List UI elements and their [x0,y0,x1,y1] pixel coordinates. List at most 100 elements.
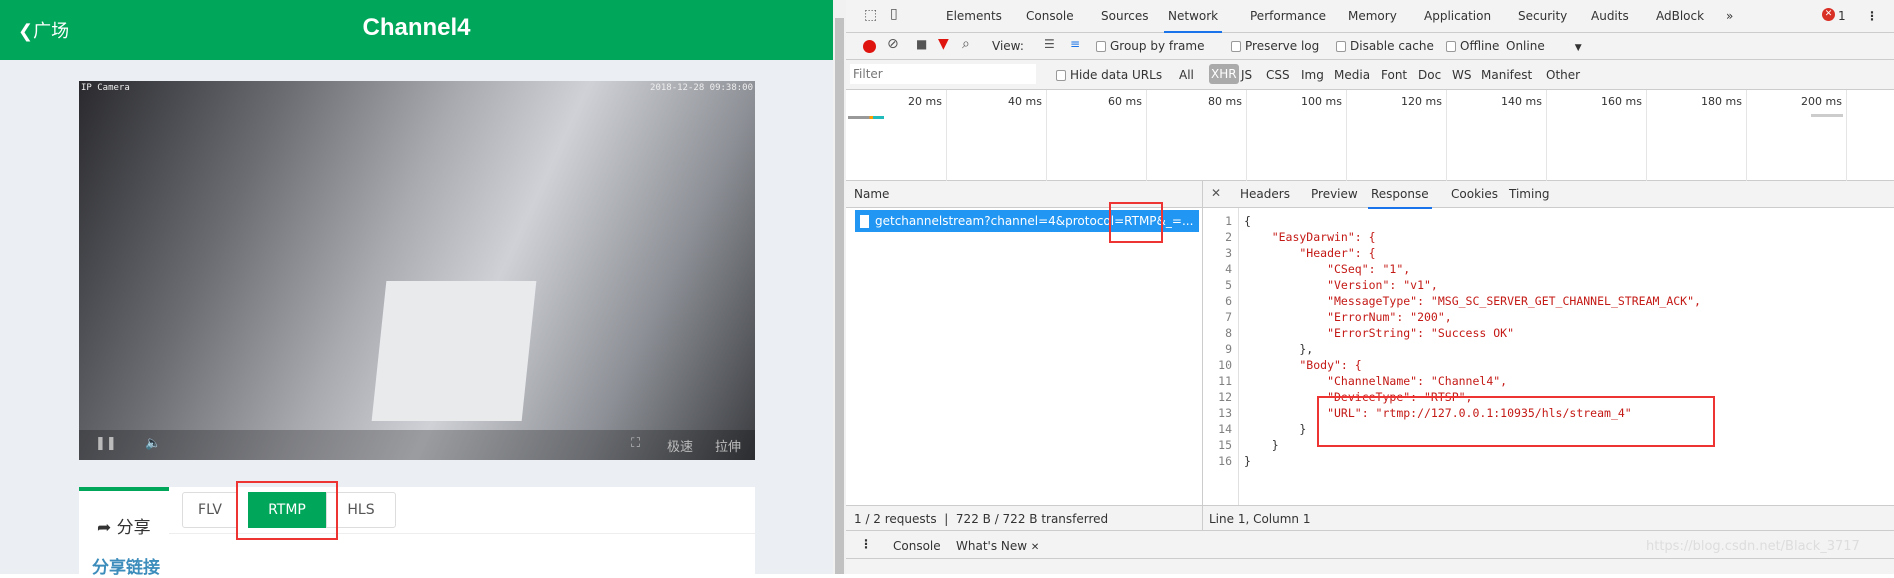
drawer-tabbar: ⋮ Console What's New ✕ https://blog.csdn… [846,531,1894,561]
code-line: 2 "EasyDarwin": { [1225,230,1376,244]
timeline-tick: 100 ms [1301,95,1342,108]
scrollbar-thumb[interactable] [835,18,844,574]
type-font[interactable]: Font [1381,68,1407,82]
close-icon[interactable]: ✕ [1211,186,1221,200]
status-bar: 1 / 2 requests | 722 B / 722 B transferr… [846,505,1894,532]
code-line: 6 "MessageType": "MSG_SC_SERVER_GET_CHAN… [1225,294,1701,308]
screenshot-icon[interactable]: ■ [916,37,927,51]
code-line: 4 "CSeq": "1", [1225,262,1411,276]
type-css[interactable]: CSS [1266,68,1290,82]
type-xhr[interactable]: XHR [1209,64,1239,84]
tab-security[interactable]: Security [1518,9,1567,23]
share-panel: ➦ 分享 FLV RTMP HLS [79,487,755,574]
timeline-gridline [1146,90,1147,181]
name-column-header[interactable]: Name [854,187,889,201]
timeline-tick: 160 ms [1601,95,1642,108]
timeline-bar [1811,114,1843,117]
menu-icon[interactable]: ⋮ [1866,9,1878,23]
volume-icon[interactable]: 🔈 [145,436,161,451]
tab-elements[interactable]: Elements [946,9,1002,23]
type-manifest[interactable]: Manifest [1481,68,1532,82]
error-count[interactable]: 1 [1838,9,1846,23]
type-ws[interactable]: WS [1452,68,1471,82]
timeline-tick: 180 ms [1701,95,1742,108]
tab-preview[interactable]: Preview [1311,187,1358,201]
code-line: 3 "Header": { [1225,246,1376,260]
tab-headers[interactable]: Headers [1240,187,1290,201]
timeline-tick: 20 ms [908,95,942,108]
disable-cache-checkbox[interactable]: Disable cache [1336,39,1434,53]
type-media[interactable]: Media [1334,68,1370,82]
tab-network[interactable]: Network [1164,9,1223,33]
hide-data-urls-checkbox[interactable]: Hide data URLs [1056,68,1162,82]
fullscreen-icon[interactable]: ⛶ [631,436,640,451]
document-icon [860,215,869,228]
tab-adblock[interactable]: AdBlock [1656,9,1704,23]
timeline-overview[interactable]: 20 ms 40 ms 60 ms 80 ms 100 ms 120 ms 140 ms 16… [846,90,1894,181]
type-other[interactable]: Other [1546,68,1580,82]
device-toolbar-icon[interactable]: ▯ [890,6,898,22]
code-line: 16} [1218,454,1251,468]
filter-input[interactable] [850,64,1036,84]
watermark: https://blog.csdn.net/Black_3717 [1646,539,1860,554]
close-icon: ✕ [1030,542,1040,553]
player-controls: ❚❚ 🔈 ⛶ 极速 拉伸 [79,430,755,460]
share-icon: ➦ [97,518,112,538]
chevron-down-icon: ▼ [1574,43,1582,53]
timeline-bar [848,116,884,119]
network-toolbar: ⊘ ■ ▼ ⌕ View: ☰ ≡ Group by frame Preserv… [846,33,1894,60]
code-line: 15 } [1218,438,1279,452]
timeline-gridline [1846,90,1847,181]
tab-memory[interactable]: Memory [1348,9,1397,23]
group-by-frame-checkbox[interactable]: Group by frame [1096,39,1204,53]
type-js[interactable]: JS [1241,68,1252,82]
timeline-tick: 40 ms [1008,95,1042,108]
code-line: 10 "Body": { [1218,358,1362,372]
drawer-tab-console[interactable]: Console [893,539,941,553]
throttle-select[interactable]: Online ▼ [1506,39,1582,53]
tab-audits[interactable]: Audits [1591,9,1629,23]
tab-timing[interactable]: Timing [1509,187,1550,201]
speed-button[interactable]: 极速 [667,436,693,455]
type-all[interactable]: All [1179,68,1194,82]
timeline-gridline [1346,90,1347,181]
timeline-gridline [1446,90,1447,181]
filter-bar: Hide data URLs All XHR JS CSS Img Media … [846,60,1894,90]
timeline-gridline [1646,90,1647,181]
share-link-heading: 分享链接 [92,558,160,578]
preserve-log-checkbox[interactable]: Preserve log [1231,39,1319,53]
tab-sources[interactable]: Sources [1101,9,1148,23]
tab-console[interactable]: Console [1026,9,1074,23]
tab-performance[interactable]: Performance [1250,9,1326,23]
details-header: Name ✕ Headers Preview Response Cookies … [846,181,1894,209]
highlight-box [236,481,338,540]
code-line: 8 "ErrorString": "Success OK" [1225,326,1515,340]
devtools-tabbar: ⬚ ▯ Elements Console Sources Network Per… [846,0,1894,33]
type-img[interactable]: Img [1301,68,1324,82]
tab-response[interactable]: Response [1368,187,1432,209]
drawer-tab-whats-new[interactable]: What's New ✕ [952,539,1044,561]
large-rows-icon[interactable]: ☰ [1044,37,1055,51]
filter-icon[interactable]: ▼ [938,36,949,52]
protocol-flv-button[interactable]: FLV [182,492,238,528]
error-icon[interactable]: ✕ [1822,8,1835,21]
timeline-tick: 80 ms [1208,95,1242,108]
stretch-button[interactable]: 拉伸 [715,436,741,455]
search-icon[interactable]: ⌕ [962,36,970,52]
tab-application[interactable]: Application [1424,9,1491,23]
player-page: ❮广场 Channel4 IP Camera 2018-12-28 09:38:… [0,0,833,578]
video-player[interactable]: IP Camera 2018-12-28 09:38:00 ❚❚ 🔈 ⛶ 极速 … [79,81,755,460]
request-summary: 1 / 2 requests | 722 B / 722 B transferr… [854,512,1109,526]
tab-cookies[interactable]: Cookies [1451,187,1498,201]
more-tabs-icon[interactable]: » [1726,9,1733,23]
type-doc[interactable]: Doc [1418,68,1441,82]
drawer-menu-icon[interactable]: ⋮ [860,537,872,551]
inspect-icon[interactable]: ⬚ [864,7,877,23]
clear-icon[interactable]: ⊘ [887,36,899,52]
offline-checkbox[interactable]: Offline [1446,39,1499,53]
pause-icon[interactable]: ❚❚ [95,436,117,451]
timeline-tick: 120 ms [1401,95,1442,108]
code-line: 5 "Version": "v1", [1225,278,1438,292]
waterfall-icon[interactable]: ≡ [1070,37,1080,51]
record-icon[interactable] [863,40,876,53]
